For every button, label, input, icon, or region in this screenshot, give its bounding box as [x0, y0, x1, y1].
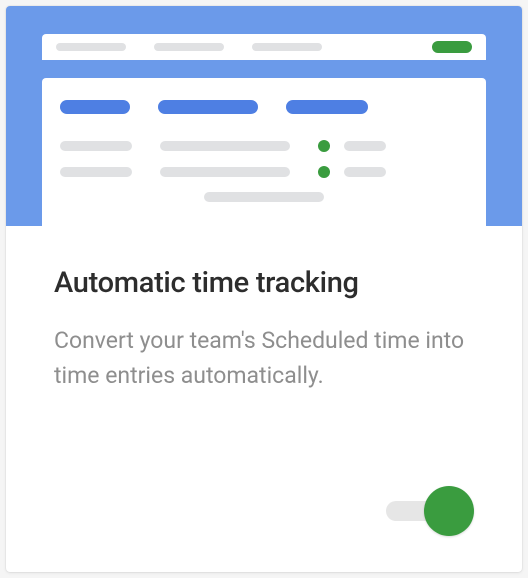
row-cell: [60, 141, 132, 151]
card-title: Automatic time tracking: [54, 266, 474, 300]
illustration-row: [60, 192, 468, 202]
row-cell: [204, 192, 324, 202]
row-cell: [344, 167, 386, 177]
status-dot-icon: [318, 140, 330, 152]
illustration-row: [60, 140, 468, 152]
illustration-panel: [42, 78, 486, 226]
row-cell: [60, 167, 132, 177]
card-illustration: [6, 6, 522, 226]
row-cell: [344, 141, 386, 151]
illustration-toolbar: [42, 34, 486, 60]
toggle-container: [54, 486, 474, 572]
tab-placeholder: [60, 100, 130, 114]
toolbar-placeholder: [252, 43, 322, 51]
illustration-row: [60, 166, 468, 178]
feature-toggle[interactable]: [386, 486, 474, 536]
row-cell: [160, 141, 290, 151]
card-content: Automatic time tracking Convert your tea…: [6, 226, 522, 572]
tab-placeholder: [158, 100, 258, 114]
toggle-knob: [424, 486, 474, 536]
illustration-tabs: [60, 100, 468, 114]
feature-card: Automatic time tracking Convert your tea…: [6, 6, 522, 572]
toolbar-placeholder: [56, 43, 126, 51]
tab-placeholder: [286, 100, 368, 114]
status-dot-icon: [318, 166, 330, 178]
toolbar-placeholder: [154, 43, 224, 51]
row-cell: [160, 167, 290, 177]
toolbar-action-pill: [432, 41, 472, 53]
card-description: Convert your team's Scheduled time into …: [54, 324, 474, 393]
